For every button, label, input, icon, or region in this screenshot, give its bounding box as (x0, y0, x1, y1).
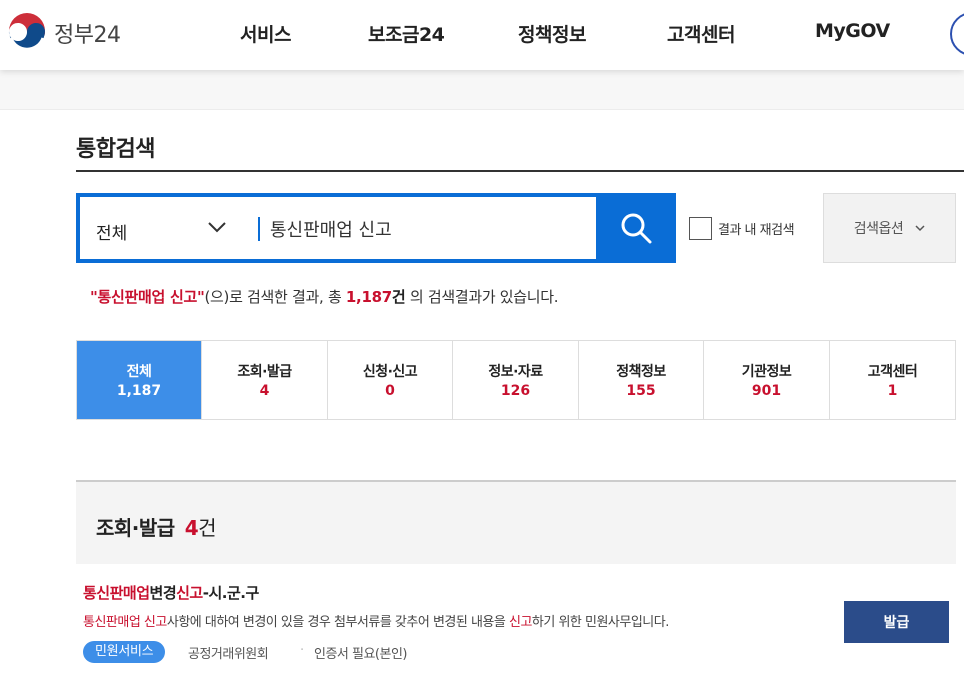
result-desc-part: 신고 (508, 615, 532, 630)
page-title: 통합검색 (76, 137, 155, 162)
nav-item-policy[interactable]: 정책정보 (518, 20, 586, 47)
tab-label: 신청·신고 (362, 364, 418, 380)
search-options-label: 검색옵션 (853, 221, 904, 237)
summary-quote: " (90, 288, 98, 306)
site-header: 정부24 서비스 보조금24 정책정보 고객센터 MyGOV (0, 0, 964, 70)
site-logo[interactable]: 정부24 (6, 10, 121, 56)
chevron-down-icon[interactable] (208, 221, 226, 233)
logo-text: 정부24 (54, 23, 121, 48)
taegeuk-logo-icon (8, 13, 46, 52)
summary-text-tail: 의 검색결과가 있습니다. (405, 288, 559, 306)
search-within-checkbox[interactable] (689, 217, 712, 240)
tab-inquiry-issuance[interactable]: 조회·발급 4 (202, 341, 328, 419)
nav-item-mygov[interactable]: MyGOV (815, 20, 890, 42)
tab-customer-center[interactable]: 고객센터 1 (830, 341, 955, 419)
result-cert-requirement: 인증서 필요(본인) (314, 647, 408, 662)
section-header: 조회·발급 4건 (76, 480, 956, 564)
user-menu-icon[interactable] (950, 12, 964, 56)
service-type-badge: 민원서비스 (83, 641, 166, 663)
search-summary: "통신판매업 신고"(으)로 검색한 결과, 총 1,187건 의 검색결과가 … (90, 286, 559, 307)
section-count-unit: 건 (198, 516, 217, 540)
summary-unit: 건 (391, 288, 406, 306)
search-scope-select[interactable]: 전체 (96, 219, 127, 244)
category-tabs: 전체 1,187 조회·발급 4 신청·신고 0 정보·자료 126 정책정보 … (76, 340, 956, 420)
nav-item-services[interactable]: 서비스 (240, 20, 291, 47)
tab-count: 4 (259, 383, 270, 399)
search-cursor (258, 217, 260, 241)
meta-separator: · (300, 643, 305, 658)
tab-count: 1,187 (116, 383, 162, 399)
tab-application-report[interactable]: 신청·신고 0 (328, 341, 453, 419)
tab-label: 정책정보 (616, 364, 666, 380)
result-agency: 공정거래위원회 (188, 647, 269, 662)
search-options-button[interactable]: 검색옵션 (823, 193, 956, 263)
tab-policy[interactable]: 정책정보 155 (579, 341, 704, 419)
search-icon (621, 213, 652, 244)
section-count: 4 (184, 516, 199, 540)
summary-text: (으)로 검색한 결과, 총 (204, 288, 346, 306)
tab-count: 901 (751, 383, 782, 399)
nav-item-subsidy[interactable]: 보조금24 (368, 20, 445, 47)
tab-count: 0 (385, 383, 395, 399)
section-title-text: 조회·발급 (96, 516, 175, 540)
tab-label: 조회·발급 (237, 364, 292, 380)
tab-count: 155 (626, 383, 656, 399)
tab-all[interactable]: 전체 1,187 (77, 341, 202, 419)
search-input[interactable] (270, 211, 590, 247)
issue-button[interactable]: 발급 (844, 601, 949, 643)
tab-agency[interactable]: 기관정보 901 (704, 341, 830, 419)
chevron-down-icon (915, 224, 925, 231)
search-within-label: 결과 내 재검색 (718, 223, 795, 238)
search-within-results[interactable]: 결과 내 재검색 (689, 217, 795, 240)
nav-item-customer-center[interactable]: 고객센터 (667, 20, 735, 47)
tab-count: 1 (887, 383, 898, 399)
result-desc-part: 통신판매업 신고 (83, 615, 167, 630)
tab-label: 전체 (126, 364, 152, 380)
result-title-link[interactable]: 통신판매업변경신고-시.군.구 (83, 582, 259, 603)
sub-banner (0, 70, 964, 110)
result-title-part: 신고 (176, 584, 203, 602)
result-title-part: 통신판매업 (83, 584, 150, 602)
search-box: 전체 (76, 193, 596, 263)
result-title-part: -시.군.구 (202, 584, 260, 602)
result-title-part: 변경 (149, 584, 177, 602)
summary-keyword: 통신판매업 신고 (97, 288, 198, 306)
title-divider (76, 170, 964, 172)
tab-label: 고객센터 (867, 364, 918, 380)
tab-count: 126 (500, 383, 531, 399)
summary-total: 1,187 (345, 288, 392, 306)
result-desc-part: 하기 위한 민원사무입니다. (531, 615, 669, 630)
result-desc-part: 사항에 대하여 변경이 있을 경우 첨부서류를 갖추어 변경된 내용을 (166, 615, 509, 630)
tab-label: 기관정보 (741, 364, 792, 380)
result-description: 통신판매업 신고사항에 대하여 변경이 있을 경우 첨부서류를 갖추어 변경된 … (83, 611, 669, 630)
tab-information[interactable]: 정보·자료 126 (453, 341, 579, 419)
search-button[interactable] (596, 193, 676, 263)
section-title: 조회·발급 4건 (96, 512, 217, 541)
tab-label: 정보·자료 (488, 364, 543, 380)
